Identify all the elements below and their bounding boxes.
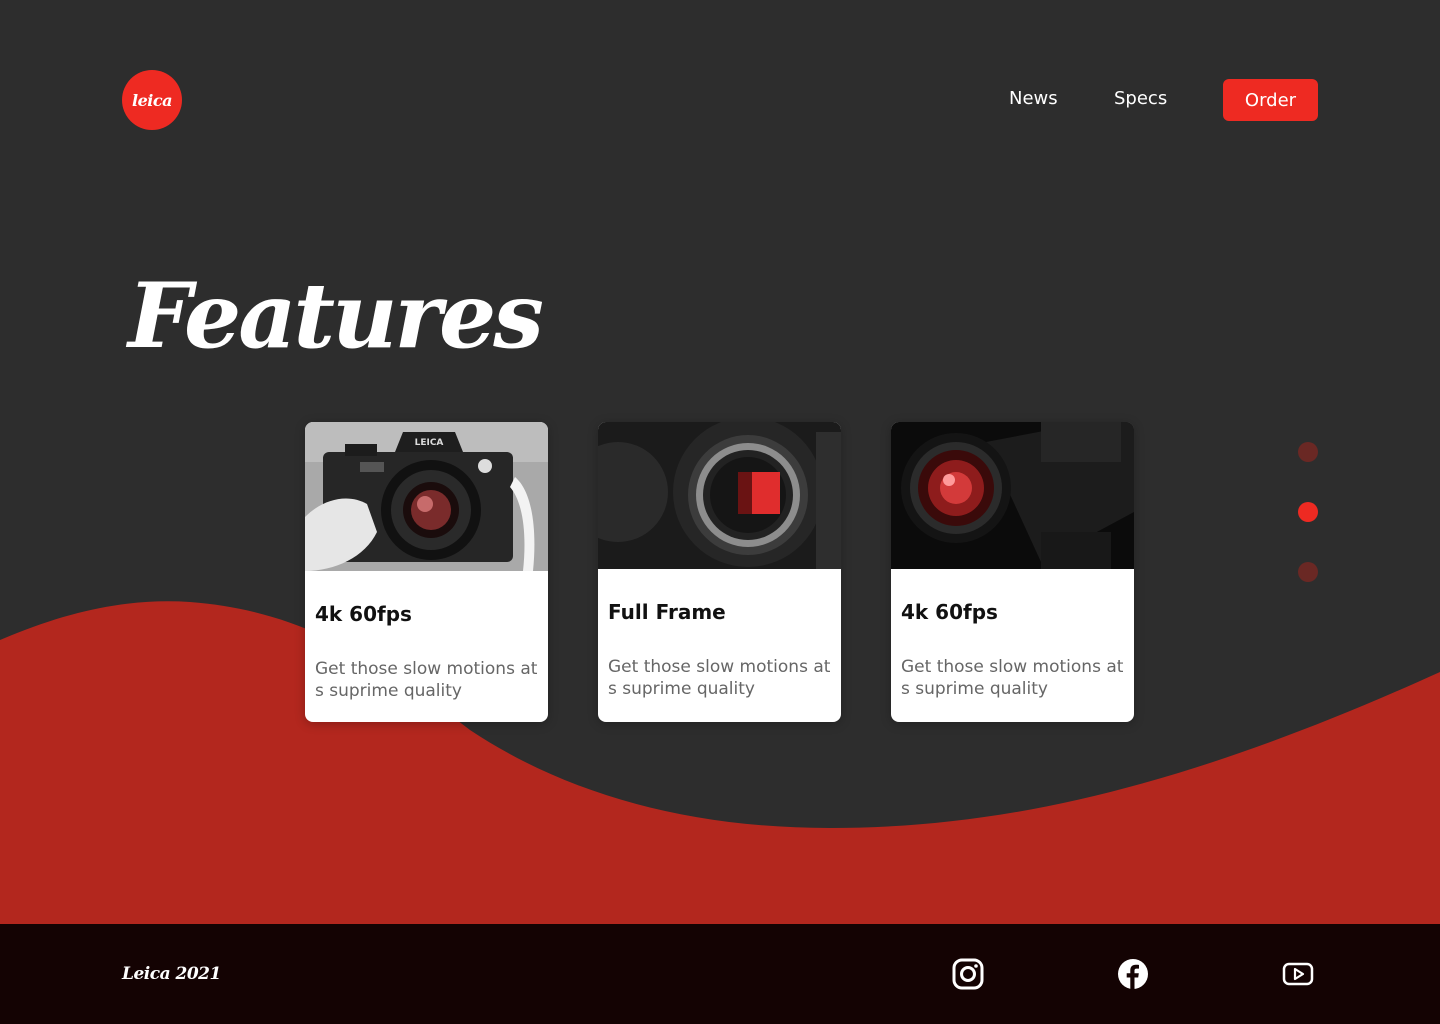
footer: Leica 2021 [0,924,1440,1024]
card-description: Get those slow motions at s suprime qual… [315,659,538,701]
camera-lens-photo [891,422,1134,569]
youtube-icon[interactable] [1282,958,1314,990]
card-title: 4k 60fps [315,602,412,626]
nav-link-news[interactable]: News [1009,88,1058,109]
card-description: Get those slow motions at s suprime qual… [608,657,831,699]
pagination-dot[interactable] [1298,442,1318,462]
instagram-icon[interactable] [952,958,984,990]
feature-card[interactable]: Full Frame Get those slow motions at s s… [598,422,841,722]
card-title: Full Frame [608,600,726,624]
pagination-dot[interactable] [1298,562,1318,582]
feature-card[interactable]: LEICA 4k 60fps Get those slow motions at… [305,422,548,722]
page-title: Features [128,263,544,369]
facebook-icon[interactable] [1117,958,1149,990]
svg-text:LEICA: LEICA [415,438,444,448]
brand-logo[interactable]: leica [122,70,182,130]
camera-sensor-mount-photo [598,422,841,569]
pagination-dot-active[interactable] [1298,502,1318,522]
logo-text: leica [132,90,172,110]
card-title: 4k 60fps [901,600,998,624]
leica-r7-camera-photo: LEICA [305,422,548,571]
order-button[interactable]: Order [1223,79,1318,121]
feature-card[interactable]: 4k 60fps Get those slow motions at s sup… [891,422,1134,722]
card-description: Get those slow motions at s suprime qual… [901,657,1124,699]
nav-link-specs[interactable]: Specs [1114,88,1167,109]
footer-copyright: Leica 2021 [122,964,221,984]
